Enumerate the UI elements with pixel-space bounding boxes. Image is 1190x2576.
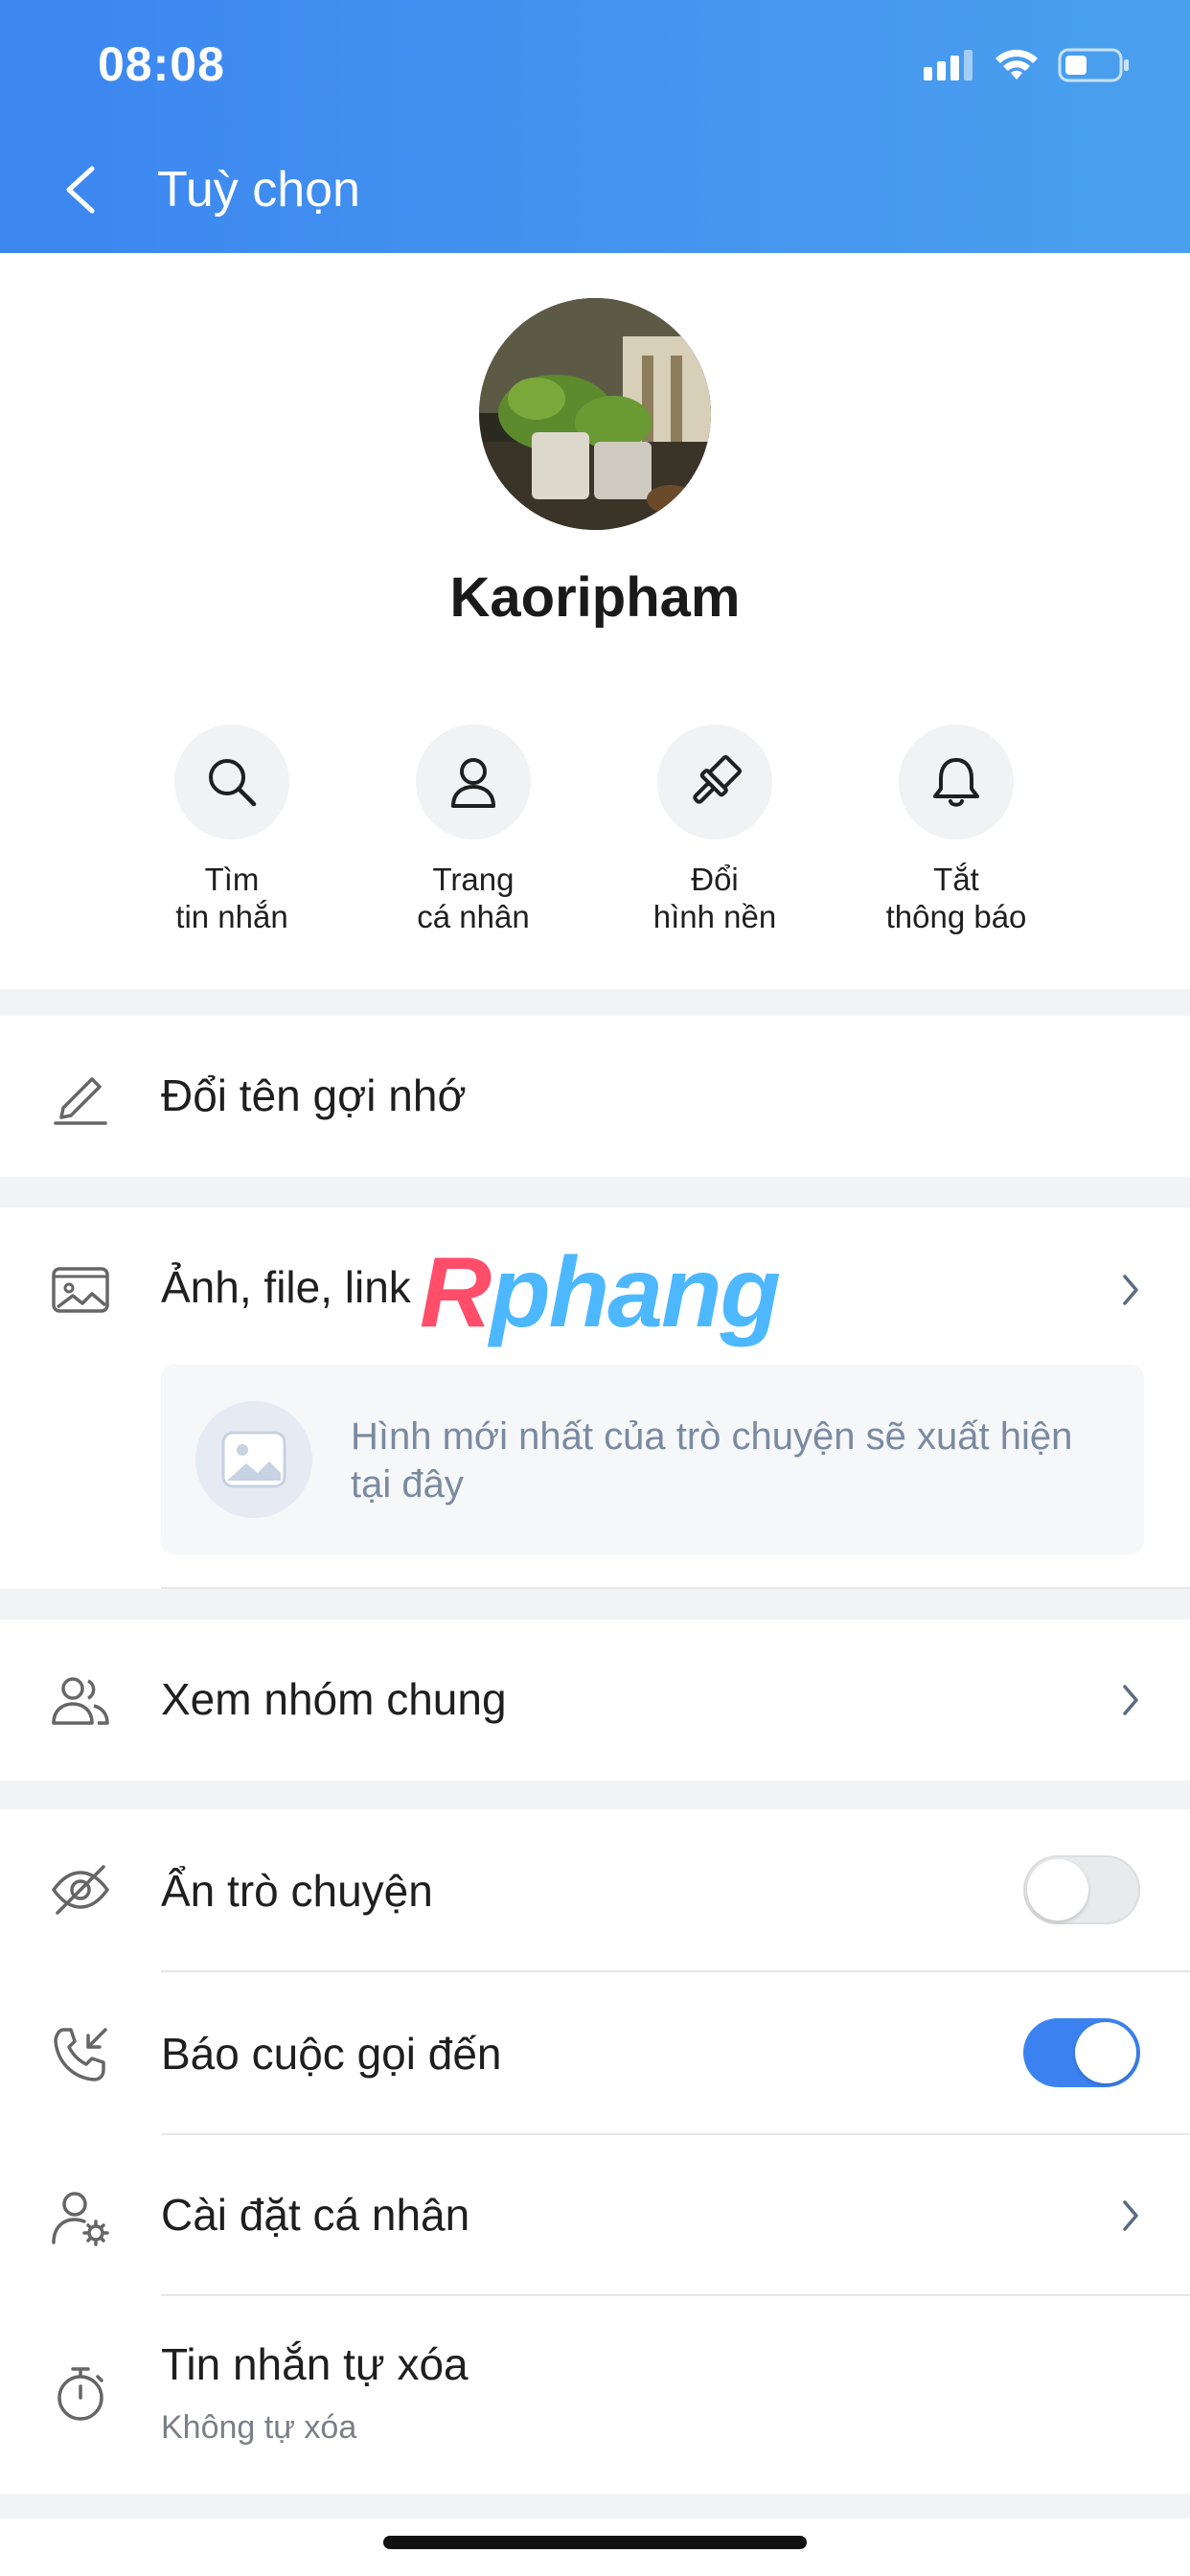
eye-off-icon: [51, 1865, 110, 1915]
rename-row[interactable]: Đổi tên gợi nhớ: [0, 1016, 1190, 1177]
pencil-icon: [54, 1077, 107, 1125]
paint-brush-icon: [693, 754, 743, 804]
chevron-right-icon: [1123, 1275, 1138, 1305]
chevron-right-icon: [1123, 1685, 1138, 1715]
avatar[interactable]: [479, 298, 711, 530]
action-change-wallpaper[interactable]: Đổi hình nền: [619, 724, 811, 935]
media-placeholder-text: Hình mới nhất của trò chuyện sẽ xuất hiệ…: [351, 1415, 1073, 1506]
self-delete-label: Tin nhắn tự xóa: [161, 2339, 469, 2389]
section-separator: [0, 1589, 1190, 1620]
call-alert-label: Báo cuộc gọi đến: [161, 2029, 502, 2079]
wifi-icon: [995, 49, 1038, 80]
bell-icon: [933, 758, 979, 807]
timer-icon: [57, 2367, 103, 2421]
media-label: Ảnh, file, link: [161, 1262, 411, 1312]
personal-settings-label: Cài đặt cá nhân: [161, 2190, 470, 2240]
action-label: Đổi hình nền: [652, 862, 777, 934]
back-arrow-icon[interactable]: [57, 161, 111, 218]
common-groups-row[interactable]: Xem nhóm chung: [0, 1620, 1190, 1781]
user-settings-icon: [52, 2192, 109, 2246]
rename-label: Đổi tên gợi nhớ: [161, 1070, 467, 1120]
header-bar: 08:08 Tuỳ chọn: [0, 0, 1190, 253]
photo-folder-icon: [52, 1267, 109, 1313]
image-placeholder: [195, 1401, 312, 1518]
profile-name: Kaoripham: [449, 566, 741, 629]
status-icons: [924, 46, 1131, 84]
watermark: Rphang: [420, 1237, 781, 1348]
chevron-right-icon: [1123, 2200, 1138, 2231]
page-title: Tuỳ chọn: [157, 162, 360, 218]
mute-button[interactable]: [899, 724, 1014, 840]
status-time: 08:08: [98, 37, 225, 91]
action-search-messages[interactable]: Tìm tin nhắn: [136, 724, 328, 935]
home-indicator[interactable]: [383, 2536, 807, 2549]
battery-icon: [1058, 48, 1129, 82]
groups-label: Xem nhóm chung: [161, 1674, 507, 1724]
group-users-icon: [52, 1677, 109, 1725]
action-label: Trang cá nhân: [417, 862, 530, 934]
action-mute-notifications[interactable]: Tắt thông báo: [860, 724, 1052, 935]
self-delete-value: Không tự xóa: [161, 2409, 357, 2446]
toggle-knob: [1027, 1859, 1088, 1920]
action-label: Tắt thông báo: [885, 862, 1027, 934]
hide-chat-toggle[interactable]: [1023, 1855, 1140, 1924]
personal-settings-row[interactable]: Cài đặt cá nhân: [0, 2135, 1190, 2296]
signal-icon: [924, 50, 973, 80]
action-profile-page[interactable]: Trang cá nhân: [378, 724, 569, 935]
call-alert-row[interactable]: Báo cuộc gọi đến: [0, 1972, 1190, 2135]
action-label: Tìm tin nhắn: [175, 862, 288, 934]
section-separator: [0, 1781, 1190, 1809]
hide-chat-row[interactable]: Ẩn trò chuyện: [0, 1809, 1190, 1972]
user-icon: [451, 758, 495, 808]
self-delete-row[interactable]: Tin nhắn tự xóa Không tự xóa: [0, 2296, 1190, 2494]
search-button[interactable]: [174, 724, 289, 840]
profile-section: Kaoripham Tìm tin nhắn Trang cá nhân Đổi…: [0, 253, 1190, 989]
search-icon: [209, 759, 257, 807]
hide-chat-label: Ẩn trò chuyện: [161, 1866, 433, 1916]
call-alert-toggle[interactable]: [1023, 2018, 1140, 2087]
section-separator: [0, 1177, 1190, 1208]
image-icon: [221, 1431, 286, 1488]
incoming-call-icon: [54, 2028, 107, 2082]
wallpaper-button[interactable]: [657, 724, 772, 840]
profile-button[interactable]: [416, 724, 531, 840]
toggle-knob: [1075, 2022, 1136, 2083]
section-separator: [0, 2494, 1190, 2518]
section-separator: [0, 989, 1190, 1016]
media-preview-box[interactable]: Hình mới nhất của trò chuyện sẽ xuất hiệ…: [161, 1365, 1144, 1554]
